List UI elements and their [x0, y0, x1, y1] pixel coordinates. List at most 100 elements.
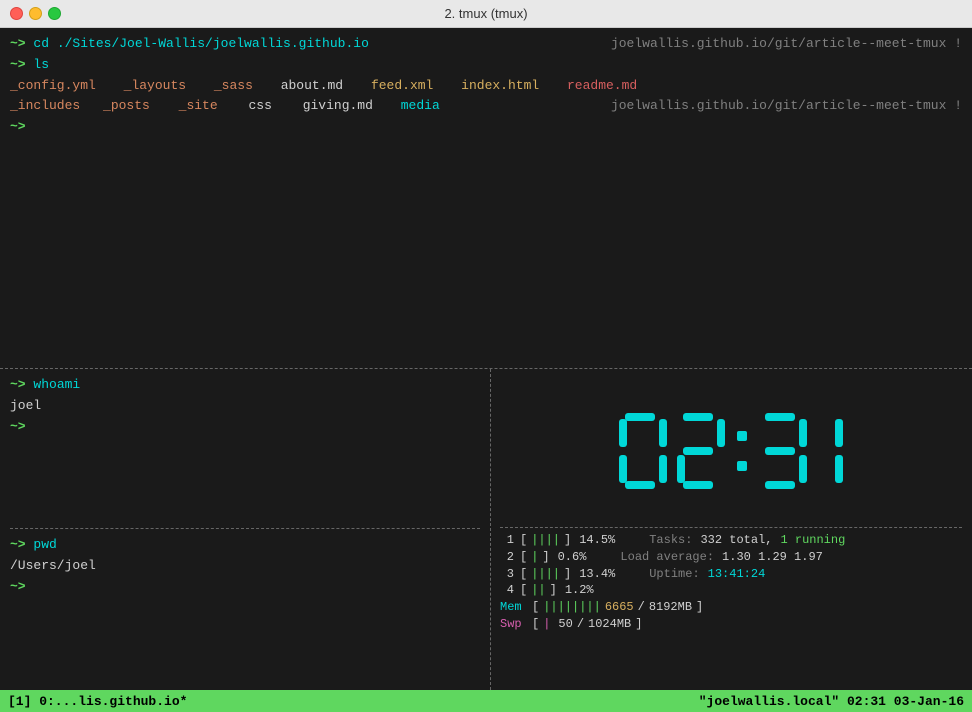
mem-total: 8192MB [649, 599, 692, 616]
htop-cpu4: 4 [ || ] 1.2% [500, 582, 962, 599]
htop-mem: Mem [ |||||||| 6665 / 8192MB ] [500, 599, 962, 616]
htop-pane: 1 [ |||| ] 14.5% Tasks: 332 total, 1 run… [500, 528, 962, 684]
mem-used: 6665 [605, 599, 634, 616]
cpu-num-1: 1 [500, 532, 514, 549]
pane-pwd: ~> pwd /Users/joel ~> [10, 529, 480, 684]
pwd-output: /Users/joel [10, 556, 480, 577]
swp-bracket-right: ] [635, 616, 642, 633]
files-row1: _config.yml _layouts _sass about.md feed… [10, 76, 962, 97]
clock-pane [500, 375, 962, 528]
prompt-2: ~> [10, 57, 26, 72]
cpu-bar-1: |||| [531, 532, 560, 549]
tasks-running: 1 running [780, 532, 845, 549]
bar-bracket-left-2: [ [520, 549, 527, 566]
cpu-bar-2: | [531, 549, 538, 566]
mem-label: Mem [500, 599, 528, 616]
v-divider [490, 369, 491, 690]
mem-bracket-right: ] [696, 599, 703, 616]
file-media: media [401, 98, 440, 113]
htop-cpu3: 3 [ |||| ] 13.4% Uptime: 13:41:24 [500, 566, 962, 583]
terminal: ~> cd ./Sites/Joel-Wallis/joelwallis.git… [0, 28, 972, 690]
file-about: about.md [281, 78, 343, 93]
swp-bracket-left: [ [532, 616, 539, 633]
file-css: css [248, 98, 271, 113]
pane-bottom-left[interactable]: ~> whoami joel ~> ~> pwd /Users/joel ~> [0, 369, 490, 690]
bar-bracket-left-1: [ [520, 532, 527, 549]
prompt-pwd: ~> [10, 537, 26, 552]
statusbar-left: [1] 0:...lis.github.io* [8, 694, 187, 709]
file-giving: giving.md [303, 98, 373, 113]
uptime-label: Uptime: [649, 566, 699, 583]
cpu-val-1: 14.5% [579, 532, 615, 549]
file-posts: _posts [103, 98, 150, 113]
cmd-pwd: pwd [26, 537, 57, 552]
bar-bracket-left-4: [ [520, 582, 527, 599]
prompt-whoami: ~> [10, 377, 26, 392]
bar-bracket-right-4: ] [550, 582, 557, 599]
clock-digit-3 [757, 411, 809, 491]
minimize-button[interactable] [29, 7, 42, 20]
clock-digit-1 [815, 411, 845, 491]
bar-bracket-right-3: ] [564, 566, 571, 583]
titlebar: 2. tmux (tmux) [0, 0, 972, 28]
window-title: 2. tmux (tmux) [444, 6, 527, 21]
statusbar: [1] 0:...lis.github.io* "joelwallis.loca… [0, 690, 972, 712]
clock-digit-2 [675, 411, 727, 491]
cmd-ls: ls [26, 57, 49, 72]
cmd-cd: cd ./Sites/Joel-Wallis/joelwallis.github… [26, 36, 369, 51]
cpu-bar-4: || [531, 582, 545, 599]
file-sass: _sass [214, 78, 253, 93]
swp-total: 1024MB [588, 616, 631, 633]
file-layouts: _layouts [124, 78, 186, 93]
prompt-3: ~> [10, 119, 26, 134]
file-readme: readme.md [567, 78, 637, 93]
swp-label: Swp [500, 616, 528, 633]
swp-used: 50 [558, 616, 572, 633]
mem-slash: / [638, 599, 645, 616]
load-label: Load average: [620, 549, 714, 566]
file-index: index.html [461, 78, 539, 93]
load-values: 1.30 1.29 1.97 [722, 549, 823, 566]
maximize-button[interactable] [48, 7, 61, 20]
mem-bar: |||||||| [543, 599, 601, 616]
cpu-num-2: 2 [500, 549, 514, 566]
file-config-yml: _config.yml [10, 78, 96, 93]
clock-colon [733, 411, 751, 491]
url-right-2: joelwallis.github.io/git/article--meet-t… [611, 96, 962, 117]
htop-swp: Swp [ | 50 / 1024MB ] [500, 616, 962, 633]
cpu-num-4: 4 [500, 582, 514, 599]
clock-digit-0 [617, 411, 669, 491]
pane-bottom-container: ~> whoami joel ~> ~> pwd /Users/joel ~> [0, 369, 972, 690]
statusbar-right: "joelwallis.local" 02:31 03-Jan-16 [699, 694, 964, 709]
mem-bracket-left: [ [532, 599, 539, 616]
cpu-val-3: 13.4% [579, 566, 615, 583]
tasks-total: 332 total, [700, 532, 772, 549]
swp-slash: / [577, 616, 584, 633]
bar-bracket-right-1: ] [564, 532, 571, 549]
clock-display [617, 411, 845, 491]
bar-bracket-left-3: [ [520, 566, 527, 583]
cpu-val-2: 0.6% [558, 549, 587, 566]
cpu-bar-3: |||| [531, 566, 560, 583]
pane-top[interactable]: ~> cd ./Sites/Joel-Wallis/joelwallis.git… [0, 28, 972, 368]
cmd-whoami: whoami [26, 377, 81, 392]
url-right-1: joelwallis.github.io/git/article--meet-t… [611, 34, 962, 55]
file-includes: _includes [10, 98, 80, 113]
cpu-num-3: 3 [500, 566, 514, 583]
file-feed: feed.xml [371, 78, 433, 93]
uptime-value: 13:41:24 [708, 566, 766, 583]
whoami-output: joel [10, 396, 480, 417]
pane-bottom-right: 1 [ |||| ] 14.5% Tasks: 332 total, 1 run… [490, 369, 972, 690]
htop-cpu2: 2 [ | ] 0.6% Load average: 1.30 1.29 1.9… [500, 549, 962, 566]
prompt-1: ~> [10, 36, 26, 51]
cpu-val-4: 1.2% [565, 582, 594, 599]
pane-whoami: ~> whoami joel ~> [10, 375, 480, 529]
file-site: _site [179, 98, 218, 113]
htop-cpu1: 1 [ |||| ] 14.5% Tasks: 332 total, 1 run… [500, 532, 962, 549]
tasks-label: Tasks: [649, 532, 692, 549]
prompt-whoami-end: ~> [10, 419, 26, 434]
bar-bracket-right-2: ] [542, 549, 549, 566]
prompt-pwd-end: ~> [10, 579, 26, 594]
window-controls[interactable] [10, 7, 61, 20]
close-button[interactable] [10, 7, 23, 20]
